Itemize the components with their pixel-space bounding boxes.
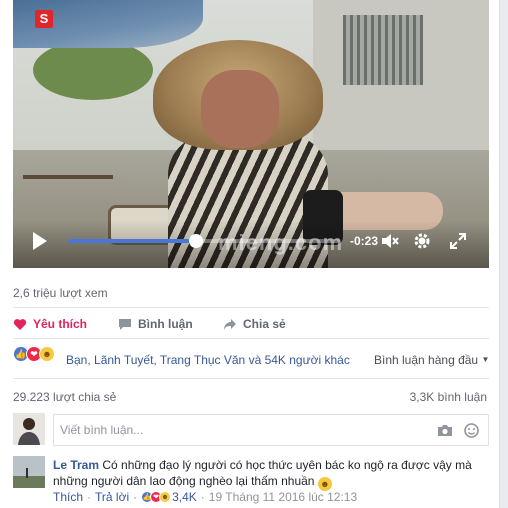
comment-button-label: Bình luận xyxy=(138,317,193,331)
divider xyxy=(13,307,489,308)
video-player[interactable]: S mieng.com -0:23 xyxy=(13,0,489,268)
user-photo-icon xyxy=(13,413,45,445)
comment-meta: Thích · Trả lời · 👍 ❤ ☻ 3,4K · 19 Tháng … xyxy=(53,490,357,504)
video-progress-knob[interactable] xyxy=(188,234,203,248)
comment-reply-link[interactable]: Trả lời xyxy=(95,490,129,504)
divider xyxy=(13,378,489,379)
video-watermark: mieng.com xyxy=(218,230,344,255)
video-progress-fill xyxy=(68,239,196,243)
share-arrow-icon xyxy=(224,318,236,330)
camera-icon[interactable] xyxy=(437,424,453,437)
play-icon[interactable] xyxy=(33,232,47,250)
commenter-avatar[interactable] xyxy=(13,456,45,488)
settings-gear-icon[interactable] xyxy=(412,231,432,251)
like-button[interactable]: Yêu thích xyxy=(13,317,87,331)
separator-dot: · xyxy=(87,490,92,504)
smile-emoji-icon: ☻ xyxy=(317,477,332,491)
comment-reaction-count[interactable]: 3,4K xyxy=(172,490,197,504)
comment-input[interactable] xyxy=(54,415,414,445)
like-button-label: Yêu thích xyxy=(33,317,88,331)
share-button-label: Chia sẻ xyxy=(243,317,286,331)
caret-down-icon: ▼ xyxy=(481,355,490,364)
comment-reaction-icons[interactable]: 👍 ❤ ☻ xyxy=(141,491,172,503)
share-count-link[interactable]: 29.223 lượt chia sẻ xyxy=(13,390,116,404)
reaction-summary-link[interactable]: Bạn, Lãnh Tuyết, Trang Thục Văn và 54K n… xyxy=(66,353,350,367)
comment-body: Le Tram Có những đạo lý người có học thứ… xyxy=(53,457,483,491)
landscape-photo-icon xyxy=(13,456,45,488)
comment-count-link[interactable]: 3,3K bình luận xyxy=(410,390,487,404)
comment-timestamp[interactable]: 19 Tháng 11 2016 lúc 12:13 xyxy=(209,490,357,504)
video-scene-table xyxy=(23,175,113,225)
post-card: S mieng.com -0:23 2,6 triệu lượt xem Yêu… xyxy=(0,0,500,508)
video-scene-tree xyxy=(33,40,153,100)
comment-like-link[interactable]: Thích xyxy=(53,490,83,504)
comment-sort-label: Bình luận hàng đầu xyxy=(374,353,479,367)
comment-composer[interactable] xyxy=(53,414,489,446)
separator-dot: · xyxy=(133,490,138,504)
comment-icon xyxy=(119,318,131,330)
mute-icon[interactable] xyxy=(380,231,400,251)
divider xyxy=(13,338,489,339)
heart-icon xyxy=(13,318,27,330)
share-button[interactable]: Chia sẻ xyxy=(223,317,286,331)
video-progress-bar[interactable] xyxy=(68,234,340,248)
current-user-avatar[interactable] xyxy=(13,413,45,445)
comment-button[interactable]: Bình luận xyxy=(118,317,193,331)
video-scene-face xyxy=(201,70,279,148)
comment-sort-dropdown[interactable]: Bình luận hàng đầu ▼ xyxy=(374,353,489,367)
comment-text: Có những đạo lý người có học thức uyên b… xyxy=(53,458,472,488)
haha-reaction-icon: ☻ xyxy=(39,346,55,362)
view-count: 2,6 triệu lượt xem xyxy=(13,286,108,300)
video-scene-shutter xyxy=(343,15,423,85)
channel-logo: S xyxy=(35,10,53,28)
haha-reaction-icon: ☻ xyxy=(159,491,172,503)
reaction-icons[interactable]: 👍 ❤ ☻ xyxy=(13,346,55,362)
video-time-remaining: -0:23 xyxy=(350,234,379,248)
separator-dot: · xyxy=(200,490,205,504)
fullscreen-icon[interactable] xyxy=(448,231,468,251)
emoji-icon[interactable] xyxy=(464,423,479,438)
comment-author-link[interactable]: Le Tram xyxy=(53,458,99,472)
